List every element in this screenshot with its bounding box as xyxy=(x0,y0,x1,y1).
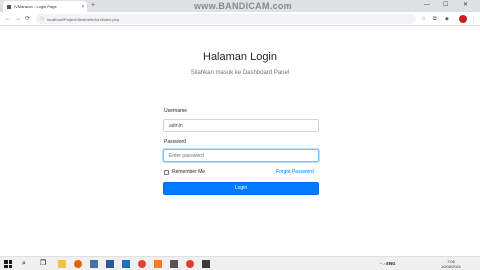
browser-tab-strip: IVMansion - Login Page × + www.BANDICAM.… xyxy=(0,0,480,12)
xampp-icon[interactable] xyxy=(154,260,162,268)
address-bar[interactable]: ⓘ localhost/Project/Aesthetic/Ion/index.… xyxy=(36,14,416,24)
search-icon[interactable]: ⌕ xyxy=(22,260,30,268)
favicon-icon xyxy=(7,4,11,9)
page-subtitle: Silahkan masuk ke Dashboard Panel xyxy=(190,70,290,76)
remember-me-checkbox[interactable] xyxy=(164,170,169,175)
windows-taskbar: ⌕ ❐ ^ ♪ 𝗘𝗡𝗚 7:06 10/05/2021 xyxy=(0,256,480,270)
profile-avatar[interactable] xyxy=(459,15,467,23)
clock-date: 10/05/2021 xyxy=(440,264,462,269)
chrome-icon[interactable] xyxy=(138,260,146,268)
site-info-icon[interactable]: ⓘ xyxy=(40,16,44,22)
forward-button[interactable]: → xyxy=(15,15,21,23)
word-icon[interactable] xyxy=(106,260,114,268)
username-input[interactable] xyxy=(163,119,319,132)
browser-tab[interactable]: IVMansion - Login Page × xyxy=(3,1,87,12)
login-button[interactable]: Login xyxy=(163,182,319,195)
remember-me-label[interactable]: Remember Me xyxy=(172,169,205,175)
start-button[interactable] xyxy=(4,260,12,268)
firefox-icon[interactable] xyxy=(74,260,82,268)
new-tab-button[interactable]: + xyxy=(91,2,95,10)
vscode-icon[interactable] xyxy=(122,260,130,268)
notepad-icon[interactable] xyxy=(90,260,98,268)
forgot-password-link[interactable]: Forgot Password xyxy=(276,169,314,175)
back-button[interactable]: ← xyxy=(5,15,11,23)
browser-toolbar: ← → ⟳ ⓘ localhost/Project/Aesthetic/Ion/… xyxy=(0,12,480,26)
extension-icon[interactable]: ⧉ xyxy=(433,15,437,23)
bandicam-watermark: www.BANDICAM.com xyxy=(194,1,292,11)
explorer-icon[interactable] xyxy=(58,260,66,268)
system-clock[interactable]: 7:06 10/05/2021 xyxy=(440,259,462,269)
reload-button[interactable]: ⟳ xyxy=(25,15,30,23)
password-label: Password xyxy=(164,139,186,145)
page-title: Halaman Login xyxy=(203,51,277,63)
bandicam-icon[interactable] xyxy=(170,260,178,268)
username-label: Username xyxy=(164,108,188,114)
browser-menu-icon[interactable]: ⋮ xyxy=(471,15,476,23)
url-text[interactable]: localhost/Project/Aesthetic/Ion/index.ph… xyxy=(47,17,119,22)
tab-close-icon[interactable]: × xyxy=(79,4,87,10)
close-window-button[interactable]: ✕ xyxy=(463,1,468,10)
password-input[interactable] xyxy=(163,149,319,162)
tab-title: IVMansion - Login Page xyxy=(14,4,57,9)
app-icon[interactable] xyxy=(202,260,210,268)
bookmark-star-icon[interactable]: ☆ xyxy=(421,15,425,23)
extension-icon-2[interactable]: ◆ xyxy=(445,15,449,23)
system-tray[interactable]: ^ ♪ 𝗘𝗡𝗚 xyxy=(380,261,395,267)
windows-logo-icon xyxy=(4,260,8,264)
minimize-button[interactable]: — xyxy=(424,1,430,10)
maximize-button[interactable]: ☐ xyxy=(443,1,448,10)
media-icon[interactable] xyxy=(186,260,194,268)
task-view-icon[interactable]: ❐ xyxy=(40,260,48,268)
